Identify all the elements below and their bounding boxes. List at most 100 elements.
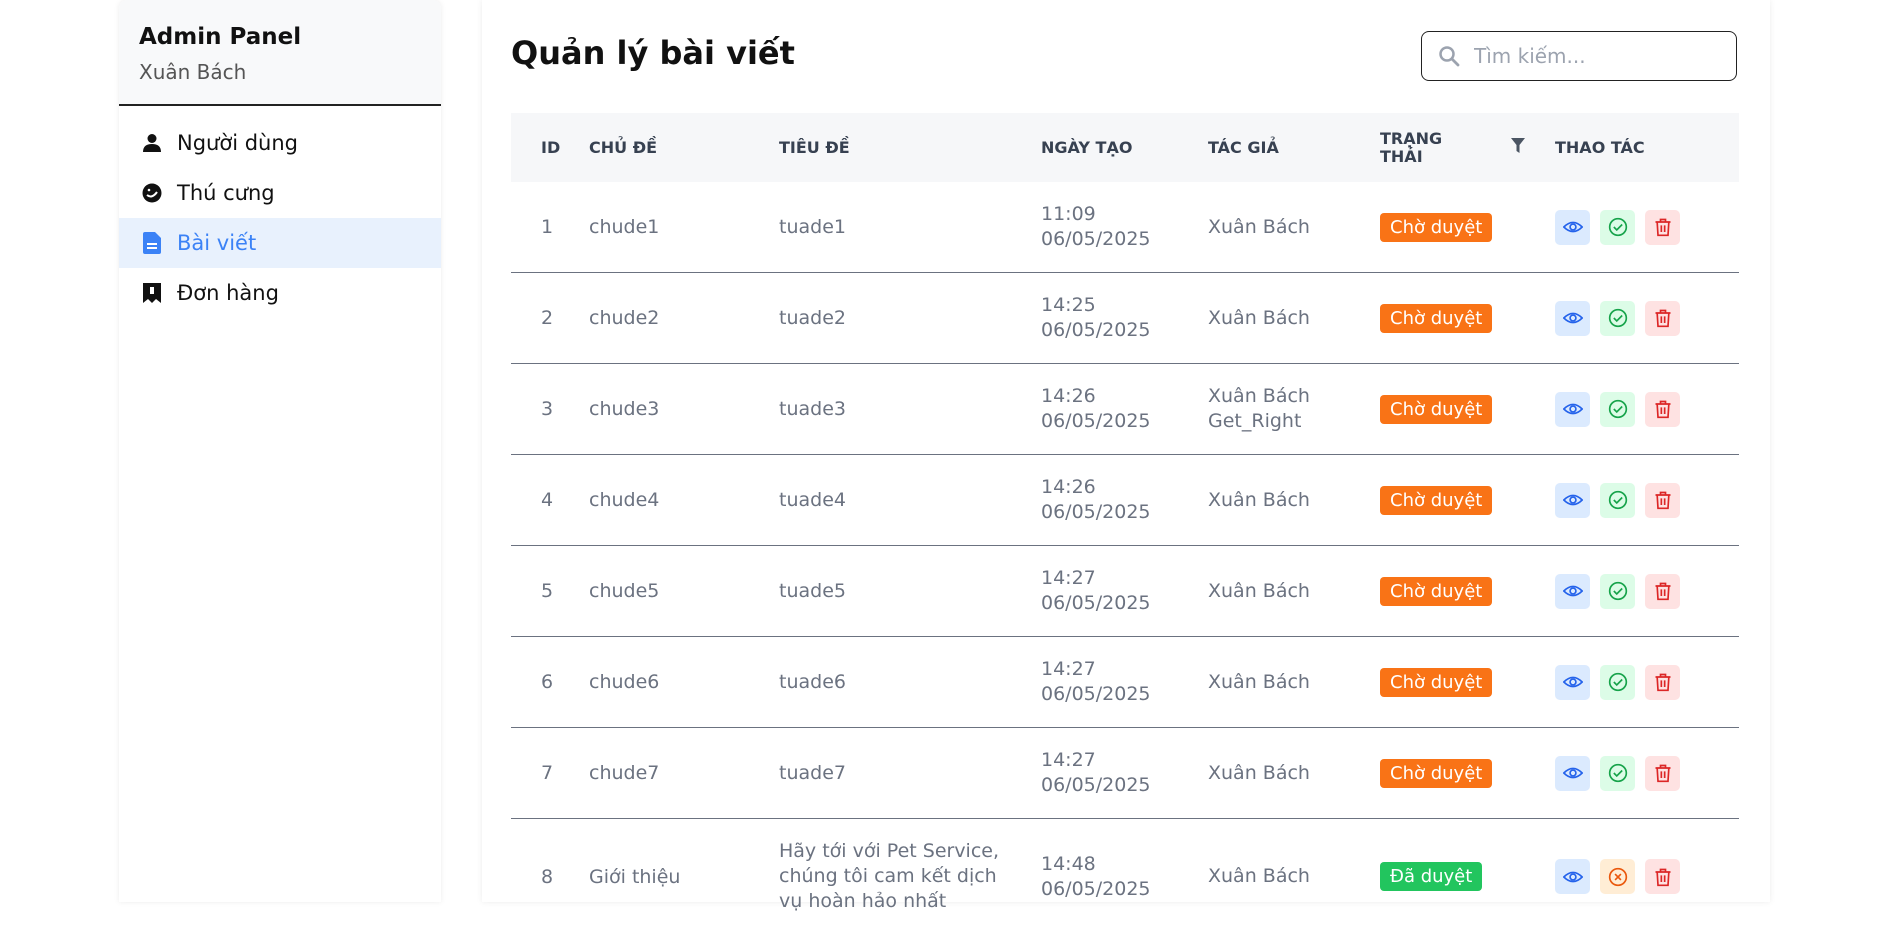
sidebar-item-posts[interactable]: Bài viết xyxy=(119,218,441,268)
eye-icon xyxy=(1562,867,1583,887)
cell-date: 14:26 06/05/2025 xyxy=(1041,475,1208,525)
cell-date-value: 06/05/2025 xyxy=(1041,774,1151,796)
delete-button[interactable] xyxy=(1645,209,1680,245)
eye-icon xyxy=(1562,217,1583,237)
cell-author: Xuân Bách xyxy=(1208,670,1380,695)
check-circle-icon xyxy=(1608,672,1628,692)
status-badge: Chờ duyệt xyxy=(1380,576,1493,606)
cell-id: 5 xyxy=(541,580,554,602)
cell-date-value: 06/05/2025 xyxy=(1041,592,1151,614)
table-row: 7 chude7 tuade7 14:27 06/05/2025 Xuân Bách Chờ… xyxy=(511,728,1739,819)
cell-date: 14:26 06/05/2025 xyxy=(1041,384,1208,434)
document-icon xyxy=(141,232,163,254)
view-button[interactable] xyxy=(1555,664,1590,700)
view-button[interactable] xyxy=(1555,859,1590,894)
cell-author: Xuân Bách Get_Right xyxy=(1208,384,1380,434)
eye-icon xyxy=(1562,581,1583,601)
approve-button[interactable] xyxy=(1600,664,1635,700)
sidebar-item-label: Đơn hàng xyxy=(177,281,279,305)
sidebar-item-orders[interactable]: Đơn hàng xyxy=(119,268,441,318)
cell-topic: chude2 xyxy=(589,307,660,329)
sidebar-item-users[interactable]: Người dùng xyxy=(119,118,441,168)
search-input[interactable] xyxy=(1472,43,1716,69)
eye-icon xyxy=(1562,308,1583,328)
delete-button[interactable] xyxy=(1645,482,1680,518)
status-badge: Chờ duyệt xyxy=(1380,758,1493,788)
cell-topic: chude6 xyxy=(589,671,660,693)
view-button[interactable] xyxy=(1555,209,1590,245)
header-actions: THAO TÁC xyxy=(1555,138,1645,157)
delete-button[interactable] xyxy=(1645,755,1680,791)
delete-button[interactable] xyxy=(1645,859,1680,894)
cell-actions xyxy=(1555,664,1705,700)
sidebar-header: Admin Panel Xuân Bách xyxy=(119,0,441,106)
trash-icon xyxy=(1653,217,1673,237)
cell-actions xyxy=(1555,391,1705,427)
cell-id: 7 xyxy=(541,762,554,784)
delete-button[interactable] xyxy=(1645,391,1680,427)
cell-id: 8 xyxy=(541,865,554,888)
cell-author-name: Xuân Bách xyxy=(1208,761,1310,784)
cell-date-value: 06/05/2025 xyxy=(1041,501,1151,523)
approve-button[interactable] xyxy=(1600,391,1635,427)
view-button[interactable] xyxy=(1555,482,1590,518)
cell-id: 2 xyxy=(541,307,554,329)
view-button[interactable] xyxy=(1555,391,1590,427)
delete-button[interactable] xyxy=(1645,573,1680,609)
header-id: ID xyxy=(541,138,561,157)
delete-button[interactable] xyxy=(1645,664,1680,700)
header-status-label: TRẠNG THÁI xyxy=(1380,128,1443,166)
search-box[interactable] xyxy=(1421,31,1737,81)
view-button[interactable] xyxy=(1555,755,1590,791)
table-row: 5 chude5 tuade5 14:27 06/05/2025 Xuân Bách Chờ… xyxy=(511,546,1739,637)
cell-author: Xuân Bách xyxy=(1208,306,1380,331)
cell-author-name: Xuân Bách xyxy=(1208,670,1310,693)
check-circle-icon xyxy=(1608,763,1628,783)
eye-icon xyxy=(1562,763,1583,783)
sidebar-item-label: Thú cưng xyxy=(177,181,275,205)
filter-icon[interactable] xyxy=(1511,137,1525,158)
check-circle-icon xyxy=(1608,217,1628,237)
approve-button[interactable] xyxy=(1600,300,1635,336)
trash-icon xyxy=(1653,867,1673,887)
table-row: 2 chude2 tuade2 14:25 06/05/2025 Xuân Bách Chờ… xyxy=(511,273,1739,364)
table-row: 1 chude1 tuade1 11:09 06/05/2025 Xuân Bách Chờ… xyxy=(511,182,1739,273)
approve-button[interactable] xyxy=(1600,755,1635,791)
check-circle-icon xyxy=(1608,490,1628,510)
cell-actions xyxy=(1555,755,1705,791)
header-status: TRẠNG THÁI xyxy=(1380,128,1555,166)
table-header: ID CHỦ ĐỀ TIÊU ĐỀ NGÀY TẠO TÁC GIẢ TRẠNG… xyxy=(511,113,1739,182)
status-badge: Chờ duyệt xyxy=(1380,485,1493,515)
cell-title: tuade6 xyxy=(779,670,846,693)
cell-status: Đã duyệt xyxy=(1380,862,1555,891)
approve-button[interactable] xyxy=(1600,573,1635,609)
cell-topic: chude1 xyxy=(589,216,660,238)
sidebar-username: Xuân Bách xyxy=(139,60,247,84)
reject-button[interactable] xyxy=(1600,859,1635,894)
cell-id: 3 xyxy=(541,398,554,420)
trash-icon xyxy=(1653,672,1673,692)
approve-button[interactable] xyxy=(1600,482,1635,518)
status-badge: Chờ duyệt xyxy=(1380,303,1493,333)
main-panel: Quản lý bài viết ID CHỦ ĐỀ TIÊU ĐỀ NGÀY … xyxy=(482,0,1770,912)
cell-date-value: 06/05/2025 xyxy=(1041,683,1151,705)
cell-date: 14:27 06/05/2025 xyxy=(1041,566,1208,616)
table-row: 4 chude4 tuade4 14:26 06/05/2025 Xuân Bách Chờ… xyxy=(511,455,1739,546)
sidebar-title: Admin Panel xyxy=(139,24,302,50)
cell-author-name: Xuân Bách xyxy=(1208,865,1310,887)
pet-icon xyxy=(141,182,163,204)
cell-actions xyxy=(1555,859,1705,894)
cell-date: 14:25 06/05/2025 xyxy=(1041,293,1208,343)
sidebar-item-pets[interactable]: Thú cưng xyxy=(119,168,441,218)
status-badge: Đã duyệt xyxy=(1380,862,1483,891)
approve-button[interactable] xyxy=(1600,209,1635,245)
view-button[interactable] xyxy=(1555,573,1590,609)
cell-topic: chude7 xyxy=(589,762,660,784)
trash-icon xyxy=(1653,308,1673,328)
sidebar-item-label: Người dùng xyxy=(177,131,298,155)
view-button[interactable] xyxy=(1555,300,1590,336)
cell-time: 14:27 xyxy=(1041,749,1096,771)
delete-button[interactable] xyxy=(1645,300,1680,336)
header-author: TÁC GIẢ xyxy=(1208,138,1279,157)
cell-status: Chờ duyệt xyxy=(1380,394,1555,424)
